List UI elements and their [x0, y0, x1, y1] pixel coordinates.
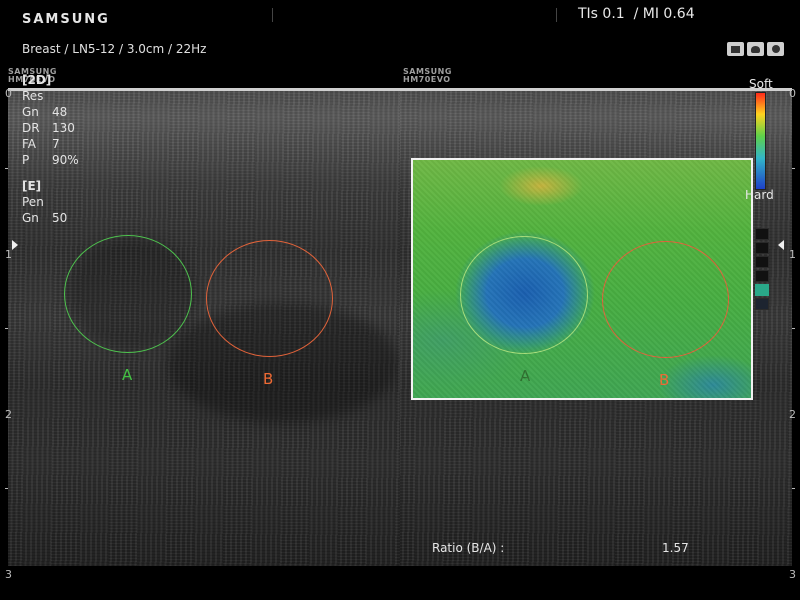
probe-info: Breast / LN5-12 / 3.0cm / 22Hz — [22, 42, 207, 56]
brand-logo: SAMSUNG — [22, 12, 110, 27]
scan-mode-icon[interactable] — [747, 42, 764, 56]
depth-tick-label: 1 — [5, 248, 12, 261]
roi-b-label: B — [263, 370, 274, 388]
focus-marker-icon[interactable] — [778, 240, 784, 250]
param-label: Gn — [22, 211, 39, 225]
depth-tick — [792, 328, 795, 329]
mi-value: / MI 0.64 — [624, 6, 695, 22]
tis-value: TIs 0.1 — [578, 6, 625, 22]
param-elasto-gain: Gn 50 — [22, 210, 79, 226]
hard-label: Hard — [745, 188, 774, 202]
param-power: P 90% — [22, 152, 79, 168]
pressure-segment — [755, 242, 769, 254]
depth-tick-label: 0 — [789, 87, 796, 100]
pressure-segment — [755, 228, 769, 240]
pressure-indicator — [755, 228, 769, 310]
depth-tick-label: 2 — [789, 408, 796, 421]
depth-tick-label: 0 — [5, 87, 12, 100]
pressure-segment — [755, 256, 769, 268]
depth-tick-label: 2 — [5, 408, 12, 421]
param-value: 7 — [52, 137, 60, 151]
roi-a-circle[interactable] — [460, 236, 588, 354]
settings-icon[interactable] — [767, 42, 784, 56]
soft-label: Soft — [749, 77, 773, 91]
depth-tick-label: 1 — [789, 248, 796, 261]
param-gain: Gn 48 — [22, 104, 79, 120]
pen-label: Pen — [22, 195, 44, 209]
param-value: 130 — [52, 121, 75, 135]
pressure-segment — [755, 298, 769, 310]
elastography-color-box[interactable]: A B — [411, 158, 753, 400]
mode-2d-header: [2D] — [22, 73, 52, 87]
strain-ratio-value: 1.57 — [662, 541, 689, 555]
param-value: 50 — [52, 211, 68, 225]
param-label: P — [22, 153, 30, 167]
stiffness-color-scale — [755, 92, 766, 190]
mode-e-header: [E] — [22, 179, 42, 193]
watermark-right: SAMSUNG HM70EVO — [403, 68, 452, 84]
param-frame-average: FA 7 — [22, 136, 79, 152]
roi-a-label: A — [122, 366, 133, 384]
tool-icon-group — [727, 42, 784, 56]
probe-icon[interactable] — [727, 42, 744, 56]
param-value: 48 — [52, 105, 68, 119]
depth-tick — [5, 328, 8, 329]
strain-ratio-label: Ratio (B/A) : — [432, 541, 505, 555]
roi-b-circle[interactable] — [602, 241, 729, 358]
roi-b-label: B — [659, 371, 670, 389]
pressure-segment — [755, 270, 769, 282]
depth-tick-label: 3 — [789, 568, 796, 581]
depth-tick — [5, 488, 8, 489]
res-label: Res — [22, 89, 44, 103]
depth-tick — [792, 488, 795, 489]
pressure-segment-active — [755, 284, 769, 296]
roi-b-circle[interactable] — [206, 240, 333, 357]
param-dynamic-range: DR 130 — [22, 120, 79, 136]
depth-tick — [792, 168, 795, 169]
roi-a-circle[interactable] — [64, 235, 192, 353]
watermark-model: HM70EVO — [403, 75, 451, 84]
param-label: DR — [22, 121, 40, 135]
param-value: 90% — [52, 153, 79, 167]
focus-marker-icon[interactable] — [12, 240, 18, 250]
imaging-parameters: [2D] Res Gn 48 DR 130 FA 7 P 90% [E] Pen Gn 5… — [22, 72, 79, 226]
skin-surface-line — [8, 88, 792, 91]
thermal-mechanical-index: TIs 0.1 / MI 0.64 — [578, 6, 695, 22]
header-divider — [272, 8, 273, 22]
roi-a-label: A — [520, 367, 531, 385]
depth-tick-label: 3 — [5, 568, 12, 581]
param-label: Gn — [22, 105, 39, 119]
header-divider — [556, 8, 557, 22]
param-label: FA — [22, 137, 37, 151]
depth-tick — [5, 168, 8, 169]
